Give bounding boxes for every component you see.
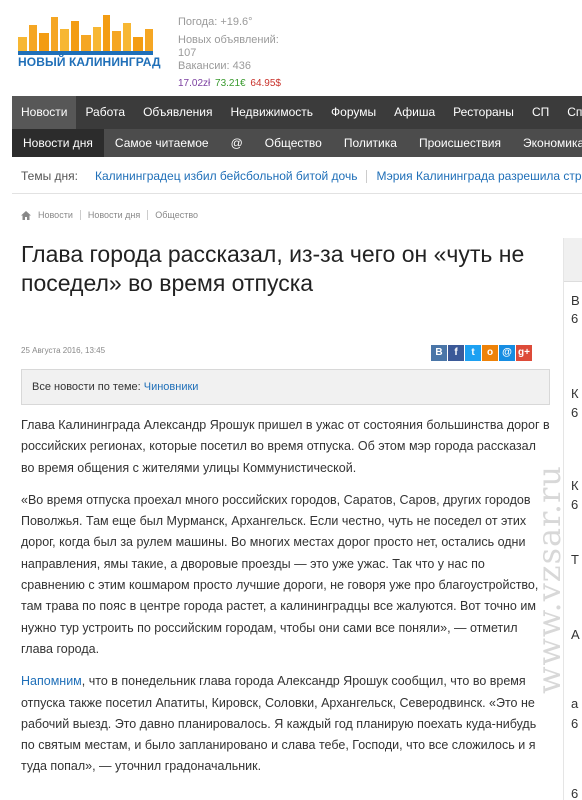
breadcrumb-item[interactable]: Общество: [148, 210, 205, 220]
subnav-incidents[interactable]: Происшествия: [408, 129, 512, 157]
site-logo[interactable]: НОВЫЙ КАЛИНИНГРАД: [18, 13, 161, 75]
article-date: 25 Августа 2016, 13:45: [21, 346, 106, 355]
subnav-news-of-day[interactable]: Новости дня: [12, 129, 104, 157]
sidebar-fragment[interactable]: В: [571, 293, 580, 308]
sidebar-fragment[interactable]: 6: [571, 311, 578, 326]
google-plus-icon[interactable]: g+: [516, 345, 532, 361]
vacancies-text[interactable]: Вакансии: 436: [178, 60, 279, 73]
subnav-at[interactable]: @: [220, 129, 254, 157]
topic-link[interactable]: Мэрия Калининграда разрешила стро: [367, 169, 582, 183]
header-info: Погода: +19.6° Новых объявлений: 107 Вак…: [178, 16, 279, 73]
home-icon[interactable]: [21, 210, 31, 220]
subnav-economy[interactable]: Экономика: [512, 129, 582, 157]
article-paragraph: «Во время отпуска проехал много российск…: [21, 492, 539, 656]
related-tag-link[interactable]: Чиновники: [144, 381, 199, 393]
reminder-link[interactable]: Напомним: [21, 674, 82, 688]
new-ads-label[interactable]: Новых объявлений:: [178, 34, 279, 47]
breadcrumb: Новости Новости дня Общество: [21, 210, 205, 220]
twitter-icon[interactable]: t: [465, 345, 481, 361]
vk-icon[interactable]: В: [431, 345, 447, 361]
mail-icon[interactable]: @: [499, 345, 515, 361]
watermark-text: www.vzsar.ru: [530, 465, 568, 694]
topics-of-day: Темы дня: Калининградец избил бейсбольно…: [21, 169, 582, 183]
nav-restaurants[interactable]: Рестораны: [444, 96, 523, 129]
watermark: www.vzsar.ru: [530, 465, 578, 795]
divider: [12, 193, 582, 194]
share-buttons: В f t о @ g+: [431, 345, 532, 361]
odnoklassniki-icon[interactable]: о: [482, 345, 498, 361]
currency-rates: 17.02zł 73.21€ 64.95$: [178, 78, 283, 89]
nav-directory[interactable]: Спр: [558, 96, 582, 129]
nav-realty[interactable]: Недвижимость: [221, 96, 322, 129]
article-paragraph: Глава Калининграда Александр Ярошук приш…: [21, 418, 550, 475]
breadcrumb-item[interactable]: Новости: [31, 210, 80, 220]
weather-text[interactable]: Погода: +19.6°: [178, 16, 279, 29]
topic-link[interactable]: Калининградец избил бейсбольной битой до…: [86, 169, 366, 183]
breadcrumb-item[interactable]: Новости дня: [81, 210, 147, 220]
nav-jobs[interactable]: Работа: [76, 96, 134, 129]
new-ads-count[interactable]: 107: [178, 47, 279, 60]
rate-eur: 73.21€: [215, 78, 246, 89]
facebook-icon[interactable]: f: [448, 345, 464, 361]
sidebar-header: [564, 238, 582, 282]
subnav-politics[interactable]: Политика: [333, 129, 408, 157]
topics-label: Темы дня:: [21, 169, 78, 183]
nav-news[interactable]: Новости: [12, 96, 77, 129]
sidebar-fragment[interactable]: К: [571, 386, 579, 401]
article-body: Глава Калининграда Александр Ярошук приш…: [21, 415, 551, 789]
rate-usd: 64.95$: [250, 78, 281, 89]
subnav-society[interactable]: Общество: [254, 129, 333, 157]
article-paragraph: Напомним, что в понедельник глава города…: [21, 671, 551, 777]
related-news-box: Все новости по теме: Чиновники: [21, 369, 550, 405]
sub-nav: Новости дня Самое читаемое @ Общество По…: [12, 129, 582, 157]
city-skyline-icon: [18, 15, 153, 55]
main-nav: Новости Работа Объявления Недвижимость Ф…: [12, 96, 582, 129]
sidebar-fragment[interactable]: 6: [571, 405, 578, 420]
subnav-most-read[interactable]: Самое читаемое: [104, 129, 220, 157]
related-label: Все новости по теме:: [32, 381, 141, 393]
rate-zl: 17.02zł: [178, 78, 211, 89]
nav-afisha[interactable]: Афиша: [385, 96, 444, 129]
nav-ads[interactable]: Объявления: [134, 96, 221, 129]
logo-text: НОВЫЙ КАЛИНИНГРАД: [18, 55, 161, 69]
nav-forums[interactable]: Форумы: [322, 96, 385, 129]
article-title: Глава города рассказал, из-за чего он «ч…: [21, 241, 525, 296]
article-paragraph-text: , что в понедельник глава города Алексан…: [21, 674, 537, 774]
nav-sp[interactable]: СП: [523, 96, 558, 129]
